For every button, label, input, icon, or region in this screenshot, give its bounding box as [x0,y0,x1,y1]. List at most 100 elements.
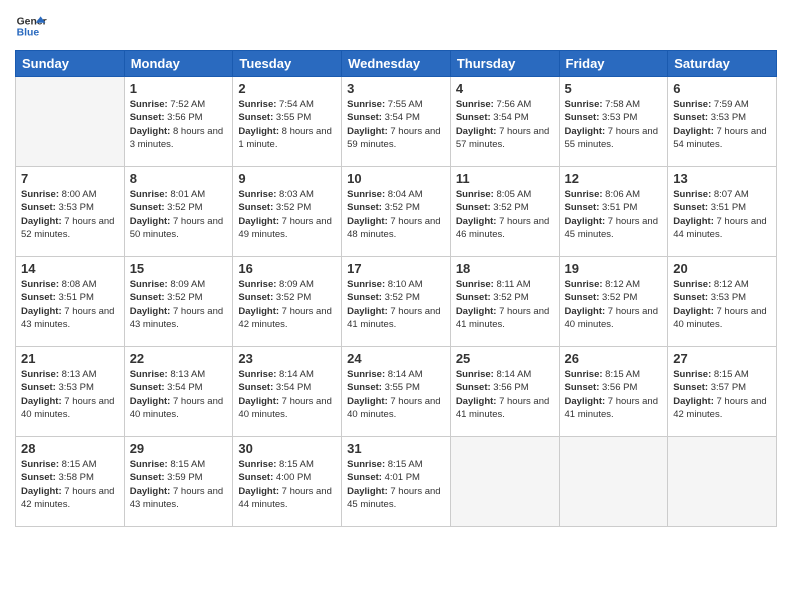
day-number: 22 [130,351,228,366]
calendar-cell [559,437,668,527]
day-number: 20 [673,261,771,276]
calendar-cell: 21 Sunrise: 8:13 AMSunset: 3:53 PMDayligh… [16,347,125,437]
day-number: 2 [238,81,336,96]
calendar-cell [450,437,559,527]
calendar-cell: 19 Sunrise: 8:12 AMSunset: 3:52 PMDayligh… [559,257,668,347]
day-info: Sunrise: 8:13 AMSunset: 3:53 PMDaylight:… [21,368,119,421]
day-number: 13 [673,171,771,186]
calendar-cell: 27 Sunrise: 8:15 AMSunset: 3:57 PMDayligh… [668,347,777,437]
day-number: 9 [238,171,336,186]
day-number: 18 [456,261,554,276]
day-info: Sunrise: 8:08 AMSunset: 3:51 PMDaylight:… [21,278,119,331]
day-info: Sunrise: 8:10 AMSunset: 3:52 PMDaylight:… [347,278,445,331]
calendar-cell: 28 Sunrise: 8:15 AMSunset: 3:58 PMDayligh… [16,437,125,527]
day-number: 7 [21,171,119,186]
day-info: Sunrise: 8:12 AMSunset: 3:53 PMDaylight:… [673,278,771,331]
calendar-cell: 7 Sunrise: 8:00 AMSunset: 3:53 PMDaylight… [16,167,125,257]
day-info: Sunrise: 7:58 AMSunset: 3:53 PMDaylight:… [565,98,663,151]
day-info: Sunrise: 8:13 AMSunset: 3:54 PMDaylight:… [130,368,228,421]
day-number: 31 [347,441,445,456]
calendar-cell: 10Sunrise: 8:04 AMSunset: 3:52 PMDayligh… [342,167,451,257]
calendar-cell: 8 Sunrise: 8:01 AMSunset: 3:52 PMDaylight… [124,167,233,257]
calendar-cell [668,437,777,527]
day-info: Sunrise: 8:00 AMSunset: 3:53 PMDaylight:… [21,188,119,241]
day-number: 26 [565,351,663,366]
calendar-cell: 11Sunrise: 8:05 AMSunset: 3:52 PMDayligh… [450,167,559,257]
calendar-cell: 23 Sunrise: 8:14 AMSunset: 3:54 PMDayligh… [233,347,342,437]
page-header: General Blue [15,10,777,42]
day-info: Sunrise: 8:03 AMSunset: 3:52 PMDaylight:… [238,188,336,241]
logo-icon: General Blue [15,10,47,42]
calendar-cell: 5 Sunrise: 7:58 AMSunset: 3:53 PMDaylight… [559,77,668,167]
day-info: Sunrise: 8:15 AMSunset: 3:58 PMDaylight:… [21,458,119,511]
day-number: 25 [456,351,554,366]
day-info: Sunrise: 8:09 AMSunset: 3:52 PMDaylight:… [130,278,228,331]
day-number: 23 [238,351,336,366]
calendar-cell [16,77,125,167]
day-number: 12 [565,171,663,186]
calendar-cell: 20 Sunrise: 8:12 AMSunset: 3:53 PMDayligh… [668,257,777,347]
day-info: Sunrise: 7:54 AMSunset: 3:55 PMDaylight:… [238,98,336,151]
day-info: Sunrise: 8:09 AMSunset: 3:52 PMDaylight:… [238,278,336,331]
calendar-cell: 13 Sunrise: 8:07 AMSunset: 3:51 PMDayligh… [668,167,777,257]
day-info: Sunrise: 8:07 AMSunset: 3:51 PMDaylight:… [673,188,771,241]
calendar-cell: 24 Sunrise: 8:14 AMSunset: 3:55 PMDayligh… [342,347,451,437]
day-info: Sunrise: 8:14 AMSunset: 3:54 PMDaylight:… [238,368,336,421]
calendar-cell: 6 Sunrise: 7:59 AMSunset: 3:53 PMDaylight… [668,77,777,167]
calendar-cell: 26 Sunrise: 8:15 AMSunset: 3:56 PMDayligh… [559,347,668,437]
day-info: Sunrise: 8:06 AMSunset: 3:51 PMDaylight:… [565,188,663,241]
day-number: 5 [565,81,663,96]
calendar-cell: 16Sunrise: 8:09 AMSunset: 3:52 PMDayligh… [233,257,342,347]
day-info: Sunrise: 8:01 AMSunset: 3:52 PMDaylight:… [130,188,228,241]
calendar-cell: 4 Sunrise: 7:56 AMSunset: 3:54 PMDaylight… [450,77,559,167]
day-info: Sunrise: 8:14 AMSunset: 3:55 PMDaylight:… [347,368,445,421]
day-number: 27 [673,351,771,366]
calendar-cell: 31 Sunrise: 8:15 AMSunset: 4:01 PMDayligh… [342,437,451,527]
day-number: 15 [130,261,228,276]
day-number: 19 [565,261,663,276]
calendar-cell: 3 Sunrise: 7:55 AMSunset: 3:54 PMDaylight… [342,77,451,167]
day-info: Sunrise: 8:15 AMSunset: 4:00 PMDaylight:… [238,458,336,511]
calendar-cell: 29 Sunrise: 8:15 AMSunset: 3:59 PMDayligh… [124,437,233,527]
calendar-cell: 18 Sunrise: 8:11 AMSunset: 3:52 PMDayligh… [450,257,559,347]
calendar-cell: 17 Sunrise: 8:10 AMSunset: 3:52 PMDayligh… [342,257,451,347]
day-info: Sunrise: 8:15 AMSunset: 3:59 PMDaylight:… [130,458,228,511]
day-info: Sunrise: 7:55 AMSunset: 3:54 PMDaylight:… [347,98,445,151]
day-info: Sunrise: 8:12 AMSunset: 3:52 PMDaylight:… [565,278,663,331]
day-number: 17 [347,261,445,276]
weekday-header-wednesday: Wednesday [342,51,451,77]
day-number: 3 [347,81,445,96]
weekday-header-friday: Friday [559,51,668,77]
logo: General Blue [15,10,47,42]
day-number: 8 [130,171,228,186]
calendar-cell: 14 Sunrise: 8:08 AMSunset: 3:51 PMDayligh… [16,257,125,347]
svg-text:Blue: Blue [17,28,40,39]
day-info: Sunrise: 8:05 AMSunset: 3:52 PMDaylight:… [456,188,554,241]
calendar-table: SundayMondayTuesdayWednesdayThursdayFrid… [15,50,777,527]
day-number: 21 [21,351,119,366]
day-info: Sunrise: 7:56 AMSunset: 3:54 PMDaylight:… [456,98,554,151]
day-info: Sunrise: 8:15 AMSunset: 3:56 PMDaylight:… [565,368,663,421]
day-number: 14 [21,261,119,276]
day-number: 10 [347,171,445,186]
weekday-header-saturday: Saturday [668,51,777,77]
day-number: 24 [347,351,445,366]
calendar-cell: 22 Sunrise: 8:13 AMSunset: 3:54 PMDayligh… [124,347,233,437]
weekday-header-tuesday: Tuesday [233,51,342,77]
day-number: 28 [21,441,119,456]
day-number: 4 [456,81,554,96]
day-info: Sunrise: 8:11 AMSunset: 3:52 PMDaylight:… [456,278,554,331]
calendar-cell: 2 Sunrise: 7:54 AMSunset: 3:55 PMDaylight… [233,77,342,167]
weekday-header-thursday: Thursday [450,51,559,77]
calendar-cell: 9 Sunrise: 8:03 AMSunset: 3:52 PMDaylight… [233,167,342,257]
calendar-cell: 1Sunrise: 7:52 AMSunset: 3:56 PMDaylight… [124,77,233,167]
day-number: 29 [130,441,228,456]
day-number: 6 [673,81,771,96]
calendar-cell: 12 Sunrise: 8:06 AMSunset: 3:51 PMDayligh… [559,167,668,257]
weekday-header-sunday: Sunday [16,51,125,77]
day-info: Sunrise: 8:15 AMSunset: 4:01 PMDaylight:… [347,458,445,511]
day-info: Sunrise: 8:15 AMSunset: 3:57 PMDaylight:… [673,368,771,421]
day-number: 1 [130,81,228,96]
day-info: Sunrise: 8:14 AMSunset: 3:56 PMDaylight:… [456,368,554,421]
day-info: Sunrise: 7:59 AMSunset: 3:53 PMDaylight:… [673,98,771,151]
